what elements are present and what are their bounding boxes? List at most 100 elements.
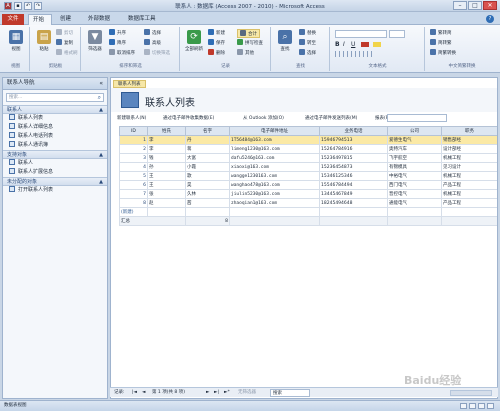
- view-button[interactable]: ▦ 视图: [4, 29, 28, 61]
- nav-group-unassigned[interactable]: 未分配的对象 ▲: [3, 177, 107, 186]
- tab-create[interactable]: 创建: [56, 14, 75, 25]
- cell-title[interactable]: 机械工程: [441, 153, 497, 163]
- cell-id[interactable]: 5: [119, 171, 148, 181]
- cell-id[interactable]: 8: [119, 198, 148, 208]
- search-icon[interactable]: ⌕: [98, 94, 101, 102]
- minimize-button[interactable]: –: [453, 1, 467, 10]
- cell-surname[interactable]: 王: [147, 180, 186, 190]
- delete-record-button[interactable]: 删除: [208, 49, 225, 58]
- nav-item-address-book[interactable]: 联系人通讯簿: [3, 141, 107, 150]
- record-search-input[interactable]: 搜索: [270, 389, 310, 397]
- remove-sort-button[interactable]: 取消排序: [109, 49, 135, 58]
- cell-id[interactable]: 4: [119, 162, 148, 172]
- empty-cell[interactable]: [441, 207, 497, 217]
- table-row[interactable]: 2 李蒋 limeng1230@163.com 15264784916 奥特汽车 设计部经: [119, 144, 497, 154]
- close-button[interactable]: ✕: [483, 1, 497, 10]
- pivot-chart-view-icon[interactable]: [478, 403, 485, 409]
- filter-status[interactable]: 无筛选器: [238, 388, 256, 398]
- tab-home[interactable]: 开始: [28, 14, 52, 25]
- cell-title[interactable]: 机械工程: [441, 189, 497, 199]
- record-position[interactable]: 第 1 项(共 8 项): [152, 388, 185, 398]
- cell-given-name[interactable]: 昊: [185, 180, 230, 190]
- redo-icon[interactable]: ↷: [34, 2, 42, 10]
- cell-company[interactable]: 有锦模具: [387, 162, 442, 172]
- cell-title[interactable]: 销售部经: [441, 135, 497, 145]
- new-contact-link[interactable]: 新建联系人(N): [117, 114, 146, 123]
- italic-icon[interactable]: I: [343, 41, 345, 48]
- cell-surname[interactable]: 孙: [147, 162, 186, 172]
- cell-surname[interactable]: 赵: [147, 198, 186, 208]
- cell-email[interactable]: xiaoxi@163.com: [229, 162, 320, 172]
- cell-id[interactable]: 1: [119, 135, 148, 145]
- descending-button[interactable]: 降序: [109, 39, 126, 48]
- font-color-icon[interactable]: [361, 42, 369, 47]
- cell-email[interactable]: jiulin5230@163.com: [229, 189, 320, 199]
- cell-title[interactable]: 机械工程: [441, 171, 497, 181]
- cell-id[interactable]: 6: [119, 180, 148, 190]
- nav-group-support[interactable]: 支持对象 ▲: [3, 150, 107, 159]
- table-row[interactable]: 3 钱大富 dafu5246@163.com 15236497815 飞宇航空 机械工程: [119, 153, 497, 163]
- empty-cell[interactable]: [319, 207, 388, 217]
- table-row[interactable]: 4 孙小霞 xiaoxi@163.com 15236454873 有锦模具 见习设计: [119, 162, 497, 172]
- convert-button[interactable]: 简繁转换: [430, 49, 456, 58]
- add-outlook-link[interactable]: 从 Outlook 添加(O): [243, 114, 284, 123]
- nav-item-contacts-table[interactable]: 联系人: [3, 159, 107, 168]
- cell-phone[interactable]: 15546784494: [319, 180, 388, 190]
- cell-id[interactable]: 7: [119, 189, 148, 199]
- spelling-button[interactable]: 拼写检查: [237, 39, 263, 48]
- col-header-surname[interactable]: 姓氏: [147, 126, 186, 136]
- font-size-select[interactable]: [389, 30, 405, 38]
- nav-group-contacts[interactable]: 联系人 ▲: [3, 105, 107, 114]
- tab-external-data[interactable]: 外部数据: [84, 14, 114, 25]
- goto-button[interactable]: 转至: [299, 39, 316, 48]
- cut-button[interactable]: 剪切: [56, 29, 73, 38]
- last-record-button[interactable]: ►|: [214, 388, 219, 398]
- cell-company[interactable]: 奥特汽车: [387, 144, 442, 154]
- empty-cell[interactable]: [185, 207, 230, 217]
- table-row[interactable]: 5 王歌 wangge1230163.com 15346125346 中裕电气 机械工程: [119, 171, 497, 181]
- cell-company[interactable]: 爱德生电气: [387, 135, 442, 145]
- cell-title[interactable]: 产品工程: [441, 198, 497, 208]
- undo-icon[interactable]: ↶: [24, 2, 32, 10]
- trad-to-simp-button[interactable]: 繁转简: [430, 29, 452, 38]
- cell-given-name[interactable]: 丹: [185, 135, 230, 145]
- col-header-title[interactable]: 职务: [441, 126, 497, 136]
- col-header-company[interactable]: 公司: [387, 126, 442, 136]
- cell-phone[interactable]: 15346125346: [319, 171, 388, 181]
- pivot-table-view-icon[interactable]: [469, 403, 476, 409]
- save-record-button[interactable]: 保存: [208, 39, 225, 48]
- format-painter-button[interactable]: 格式刷: [56, 49, 78, 58]
- document-tab[interactable]: 联系人列表: [113, 80, 146, 88]
- save-icon[interactable]: ▪: [14, 2, 22, 10]
- cell-given-name[interactable]: 大富: [185, 153, 230, 163]
- new-record-button[interactable]: 新建: [208, 29, 225, 38]
- cell-phone[interactable]: 15236497815: [319, 153, 388, 163]
- copy-button[interactable]: 复制: [56, 39, 73, 48]
- highlight-icon[interactable]: [373, 42, 381, 47]
- cell-surname[interactable]: 王: [147, 171, 186, 181]
- cell-email[interactable]: wangge1230163.com: [229, 171, 320, 181]
- new-record-row[interactable]: (新建): [119, 207, 497, 217]
- cell-company[interactable]: 通能电气: [387, 198, 442, 208]
- help-icon[interactable]: ?: [486, 15, 494, 23]
- cell-id[interactable]: 2: [119, 144, 148, 154]
- filter-button[interactable]: ▼ 筛选器: [83, 29, 107, 61]
- cell-phone[interactable]: 13445467849: [319, 189, 388, 199]
- col-header-given-name[interactable]: 名字: [185, 126, 230, 136]
- font-name-select[interactable]: [335, 30, 387, 38]
- cell-company[interactable]: 晋控电气: [387, 189, 442, 199]
- refresh-all-button[interactable]: ⟳ 全部刷新: [182, 29, 206, 61]
- cell-given-name[interactable]: 久林: [185, 189, 230, 199]
- datasheet-view-icon[interactable]: [460, 403, 467, 409]
- select-button[interactable]: 选择: [299, 49, 316, 58]
- cell-email[interactable]: 1T56484@163.com: [229, 135, 320, 145]
- nav-pane-header[interactable]: 联系人导航 «: [3, 78, 107, 90]
- find-button[interactable]: ⌕ 查找: [273, 29, 297, 61]
- totals-button[interactable]: 合计: [237, 29, 260, 38]
- cell-given-name[interactable]: 蒋: [185, 144, 230, 154]
- cell-title[interactable]: 设计部经: [441, 144, 497, 154]
- empty-cell[interactable]: [387, 207, 442, 217]
- cell-email[interactable]: limeng1230@163.com: [229, 144, 320, 154]
- new-record-label[interactable]: (新建): [119, 207, 148, 217]
- empty-cell[interactable]: [229, 207, 320, 217]
